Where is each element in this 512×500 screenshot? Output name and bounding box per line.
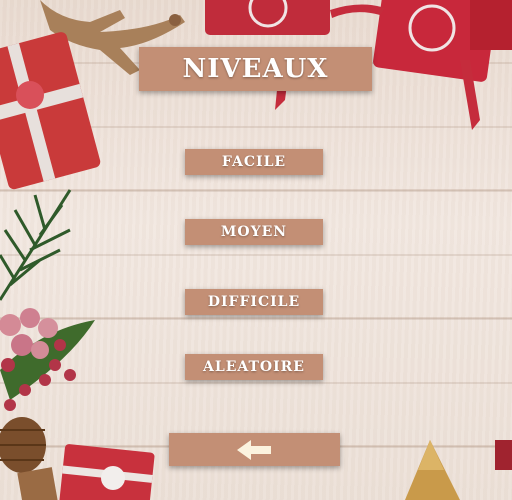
back-button[interactable] — [169, 433, 340, 466]
level-random-button[interactable]: ALEATOIRE — [185, 354, 323, 380]
page-title: NIVEAUX — [139, 47, 372, 91]
pine-branch — [0, 189, 72, 301]
arrow-left-icon — [236, 439, 271, 460]
gift-box-top-left — [0, 32, 101, 190]
gold-tree-ornament — [405, 440, 512, 500]
level-hard-button[interactable]: DIFFICILE — [185, 289, 323, 315]
pinecone — [0, 417, 46, 473]
level-easy-button[interactable]: FACILE — [185, 149, 323, 175]
level-medium-button[interactable]: MOYEN — [185, 219, 323, 245]
